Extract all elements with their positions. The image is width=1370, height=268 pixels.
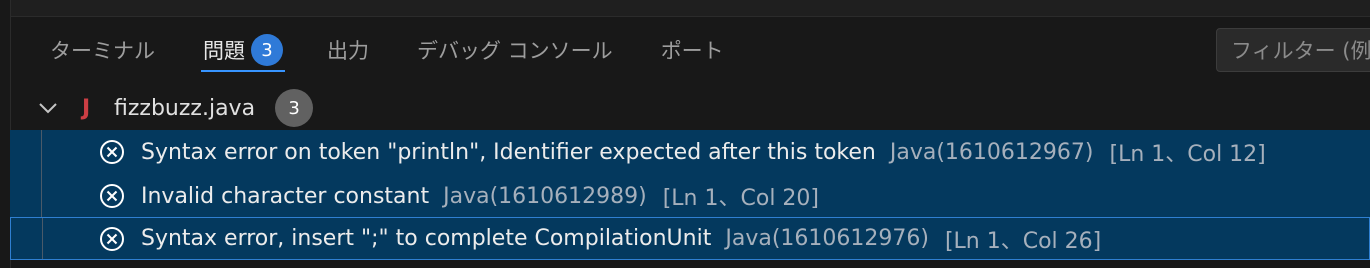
tab-debug-console[interactable]: デバッグ コンソール	[417, 26, 613, 74]
error-icon	[99, 139, 125, 165]
problem-row[interactable]: Syntax error on token "println", Identif…	[10, 130, 1370, 174]
problem-location: [Ln 1、Col 26]	[944, 228, 1102, 254]
editor-edge	[0, 0, 1370, 17]
tab-problems[interactable]: 問題 3	[201, 26, 285, 74]
tab-terminal-label: ターミナル	[50, 39, 155, 63]
chevron-down-icon[interactable]	[38, 98, 58, 118]
tree-indent-guide	[42, 218, 43, 259]
problems-panel: ターミナル 問題 3 出力 デバッグ コンソール ポート フィルター (例 J …	[0, 0, 1370, 268]
error-icon	[99, 183, 125, 209]
tree-indent-guide	[41, 174, 42, 218]
filter-placeholder: フィルター (例	[1231, 39, 1370, 63]
problem-source: Java(1610612989)	[443, 183, 647, 209]
tree-indent-guide	[41, 130, 42, 174]
tab-ports-label: ポート	[660, 39, 724, 63]
problems-count-badge: 3	[251, 34, 283, 66]
error-icon	[99, 226, 125, 252]
file-name: fizzbuzz.java	[114, 95, 256, 121]
problem-location: [Ln 1、Col 12]	[1109, 142, 1266, 167]
tab-output-label: 出力	[327, 39, 369, 63]
problem-message: Syntax error on token "println", Identif…	[141, 139, 876, 165]
panel-tabs: ターミナル 問題 3 出力 デバッグ コンソール ポート	[50, 26, 724, 74]
file-problem-count-badge: 3	[275, 89, 314, 127]
problem-row-focused[interactable]: Syntax error, insert ";" to complete Com…	[10, 217, 1370, 260]
tab-problems-label: 問題	[203, 39, 245, 63]
tab-output[interactable]: 出力	[327, 26, 369, 74]
tab-debug-console-label: デバッグ コンソール	[417, 39, 613, 63]
problem-message: Syntax error, insert ";" to complete Com…	[141, 226, 712, 251]
problem-message: Invalid character constant	[141, 183, 430, 209]
tab-ports[interactable]: ポート	[661, 26, 724, 74]
problem-source: Java(1610612976)	[725, 226, 929, 251]
tab-terminal[interactable]: ターミナル	[50, 26, 155, 74]
file-group-row[interactable]: J fizzbuzz.java 3	[10, 88, 1370, 128]
problem-row[interactable]: Invalid character constant Java(16106129…	[10, 174, 1370, 218]
filter-input[interactable]: フィルター (例	[1216, 28, 1370, 72]
problem-source: Java(1610612967)	[889, 139, 1094, 165]
java-icon: J	[82, 95, 91, 121]
problem-location: [Ln 1、Col 20]	[662, 186, 819, 211]
